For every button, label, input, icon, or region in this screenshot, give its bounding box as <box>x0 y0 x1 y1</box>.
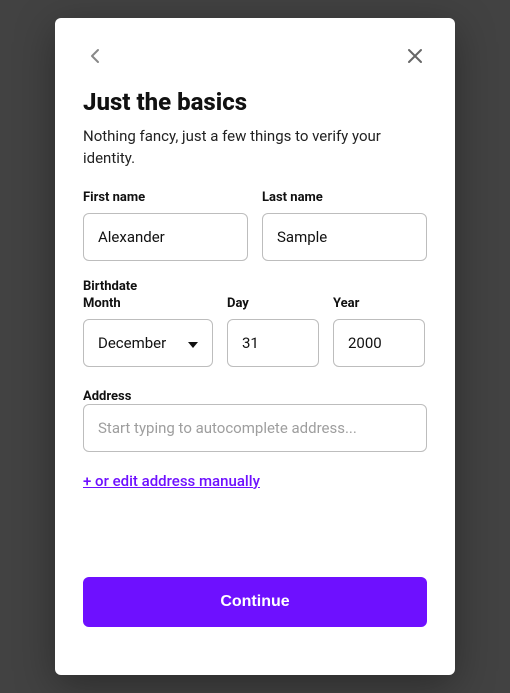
first-name-label: First name <box>83 190 248 205</box>
year-input[interactable] <box>348 334 410 352</box>
back-icon <box>90 48 100 64</box>
chevron-down-icon <box>188 334 198 352</box>
address-label: Address <box>83 389 131 404</box>
last-name-label: Last name <box>262 190 427 205</box>
month-value: December <box>98 334 166 352</box>
first-name-input[interactable] <box>98 228 233 246</box>
modal-topbar <box>83 42 427 70</box>
page-subtitle: Nothing fancy, just a few things to veri… <box>83 126 427 170</box>
year-field: Year <box>333 296 425 367</box>
close-button[interactable] <box>403 44 427 68</box>
month-label: Month <box>83 296 213 311</box>
back-button[interactable] <box>83 44 107 68</box>
edit-address-manually-link[interactable]: + or edit address manually <box>83 472 427 490</box>
day-input[interactable] <box>242 334 304 352</box>
page-title: Just the basics <box>83 88 427 116</box>
continue-button[interactable]: Continue <box>83 577 427 627</box>
address-input[interactable] <box>98 419 412 437</box>
day-field: Day <box>227 296 319 367</box>
day-label: Day <box>227 296 319 311</box>
month-field: Month December <box>83 296 213 367</box>
month-select[interactable]: December <box>83 319 213 367</box>
first-name-field: First name <box>83 190 248 261</box>
birthdate-section-label: Birthdate <box>83 279 427 294</box>
last-name-input[interactable] <box>277 228 412 246</box>
close-icon <box>407 48 423 64</box>
identity-basics-modal: Just the basics Nothing fancy, just a fe… <box>55 18 455 675</box>
year-label: Year <box>333 296 425 311</box>
last-name-field: Last name <box>262 190 427 261</box>
